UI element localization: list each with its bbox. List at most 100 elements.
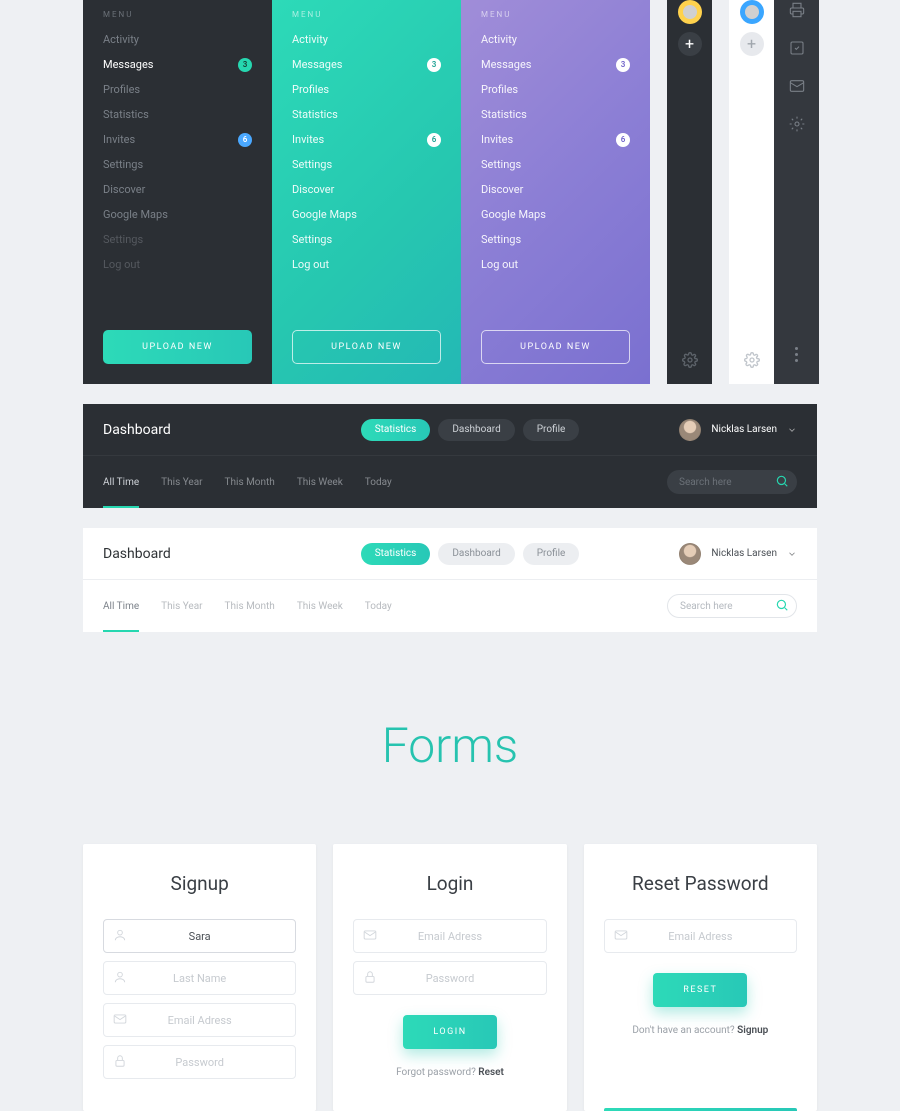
pill-statistics[interactable]: Statistics bbox=[361, 543, 431, 565]
sidebar-item-activity[interactable]: Activity bbox=[103, 27, 252, 52]
avatar[interactable] bbox=[740, 0, 764, 24]
tab-this-month[interactable]: This Month bbox=[225, 601, 275, 612]
user-icon bbox=[113, 928, 127, 942]
tab-today[interactable]: Today bbox=[365, 601, 392, 612]
lock-icon bbox=[363, 970, 377, 984]
sidebar-item-logout[interactable]: Log out bbox=[481, 252, 630, 277]
print-icon[interactable] bbox=[789, 2, 805, 18]
mail-icon[interactable] bbox=[789, 78, 805, 94]
tab-this-month[interactable]: This Month bbox=[225, 477, 275, 488]
sidebar-item-messages[interactable]: Messages3 bbox=[481, 52, 630, 77]
password-field[interactable] bbox=[353, 961, 546, 995]
mini-sidebar-dark: + bbox=[667, 0, 712, 384]
sidebar-item-activity[interactable]: Activity bbox=[292, 27, 441, 52]
more-icon[interactable] bbox=[795, 347, 798, 362]
avatar bbox=[679, 419, 701, 441]
tab-this-week[interactable]: This Week bbox=[297, 601, 343, 612]
tab-this-year[interactable]: This Year bbox=[161, 477, 202, 488]
badge-messages: 3 bbox=[427, 58, 441, 72]
sidebar-item-google-maps[interactable]: Google Maps bbox=[103, 202, 252, 227]
sidebar-item-settings-2[interactable]: Settings bbox=[103, 227, 252, 252]
search bbox=[667, 594, 797, 619]
sidebar-item-google-maps[interactable]: Google Maps bbox=[292, 202, 441, 227]
header-light: Dashboard Statistics Dashboard Profile N… bbox=[83, 528, 817, 632]
card-title: Signup bbox=[171, 872, 229, 895]
sidebar-item-invites[interactable]: Invites6 bbox=[103, 127, 252, 152]
sidebar-purple: MENU Activity Messages3 Profiles Statist… bbox=[461, 0, 650, 384]
sidebar-item-messages[interactable]: Messages3 bbox=[103, 52, 252, 77]
sidebar-item-google-maps[interactable]: Google Maps bbox=[481, 202, 630, 227]
email-field[interactable] bbox=[353, 919, 546, 953]
user-menu[interactable]: Nicklas Larsen bbox=[679, 543, 797, 565]
sidebar-dark: MENU Activity Messages3 Profiles Statist… bbox=[83, 0, 272, 384]
tab-today[interactable]: Today bbox=[365, 477, 392, 488]
search bbox=[667, 470, 797, 495]
tab-all-time[interactable]: All Time bbox=[103, 477, 139, 488]
sidebar-item-profiles[interactable]: Profiles bbox=[103, 77, 252, 102]
first-name-field[interactable] bbox=[103, 919, 296, 953]
add-button[interactable]: + bbox=[740, 32, 764, 56]
sidebar-item-settings-2[interactable]: Settings bbox=[481, 227, 630, 252]
upload-new-button[interactable]: UPLOAD NEW bbox=[481, 330, 630, 364]
pill-dashboard[interactable]: Dashboard bbox=[438, 419, 514, 441]
header-dark: Dashboard Statistics Dashboard Profile N… bbox=[83, 404, 817, 508]
badge-invites: 6 bbox=[427, 133, 441, 147]
sidebar-item-settings[interactable]: Settings bbox=[481, 152, 630, 177]
sidebar-item-settings-2[interactable]: Settings bbox=[292, 227, 441, 252]
tab-this-year[interactable]: This Year bbox=[161, 601, 202, 612]
sidebar-item-messages[interactable]: Messages3 bbox=[292, 52, 441, 77]
email-field[interactable] bbox=[604, 919, 797, 953]
signup-card: Signup bbox=[83, 844, 316, 1111]
login-card: Login LOGIN Forgot password? Reset bbox=[333, 844, 566, 1111]
tab-all-time[interactable]: All Time bbox=[103, 601, 139, 612]
sidebar-item-discover[interactable]: Discover bbox=[481, 177, 630, 202]
sidebar-item-logout[interactable]: Log out bbox=[103, 252, 252, 277]
avatar bbox=[679, 543, 701, 565]
sidebar-item-settings[interactable]: Settings bbox=[103, 152, 252, 177]
password-field[interactable] bbox=[103, 1045, 296, 1079]
sidebar-item-statistics[interactable]: Statistics bbox=[481, 102, 630, 127]
pill-profile[interactable]: Profile bbox=[523, 419, 580, 441]
sidebar-item-logout[interactable]: Log out bbox=[292, 252, 441, 277]
search-icon bbox=[775, 474, 789, 488]
menu-heading: MENU bbox=[481, 10, 630, 19]
add-button[interactable]: + bbox=[678, 32, 702, 56]
sidebar-item-statistics[interactable]: Statistics bbox=[103, 102, 252, 127]
tab-this-week[interactable]: This Week bbox=[297, 477, 343, 488]
signup-hint: Don't have an account? Signup bbox=[632, 1025, 768, 1036]
signup-link[interactable]: Signup bbox=[737, 1025, 768, 1036]
badge-messages: 3 bbox=[238, 58, 252, 72]
sidebar-item-profiles[interactable]: Profiles bbox=[481, 77, 630, 102]
pill-statistics[interactable]: Statistics bbox=[361, 419, 431, 441]
mini-sidebar-light: + bbox=[729, 0, 774, 384]
sidebar-item-activity[interactable]: Activity bbox=[481, 27, 630, 52]
last-name-field[interactable] bbox=[103, 961, 296, 995]
gear-icon[interactable] bbox=[789, 116, 805, 132]
pill-dashboard[interactable]: Dashboard bbox=[438, 543, 514, 565]
gear-icon[interactable] bbox=[682, 352, 698, 368]
lock-icon bbox=[113, 1054, 127, 1068]
upload-new-button[interactable]: UPLOAD NEW bbox=[292, 330, 441, 364]
pill-profile[interactable]: Profile bbox=[523, 543, 580, 565]
upload-new-button[interactable]: UPLOAD NEW bbox=[103, 330, 252, 364]
sidebar-item-profiles[interactable]: Profiles bbox=[292, 77, 441, 102]
sidebar-item-discover[interactable]: Discover bbox=[292, 177, 441, 202]
sidebar-item-discover[interactable]: Discover bbox=[103, 177, 252, 202]
menu-heading: MENU bbox=[103, 10, 252, 19]
sidebar-item-settings[interactable]: Settings bbox=[292, 152, 441, 177]
user-name: Nicklas Larsen bbox=[711, 424, 777, 435]
checkbox-icon[interactable] bbox=[789, 40, 805, 56]
user-icon bbox=[113, 970, 127, 984]
reset-link[interactable]: Reset bbox=[478, 1067, 504, 1078]
sidebar-item-invites[interactable]: Invites6 bbox=[481, 127, 630, 152]
user-menu[interactable]: Nicklas Larsen bbox=[679, 419, 797, 441]
section-title-forms: Forms bbox=[0, 717, 900, 774]
sidebar-item-statistics[interactable]: Statistics bbox=[292, 102, 441, 127]
avatar[interactable] bbox=[678, 0, 702, 24]
menu-heading: MENU bbox=[292, 10, 441, 19]
sidebar-item-invites[interactable]: Invites6 bbox=[292, 127, 441, 152]
email-field[interactable] bbox=[103, 1003, 296, 1037]
reset-button[interactable]: RESET bbox=[653, 973, 747, 1007]
login-button[interactable]: LOGIN bbox=[403, 1015, 496, 1049]
gear-icon[interactable] bbox=[744, 352, 760, 368]
